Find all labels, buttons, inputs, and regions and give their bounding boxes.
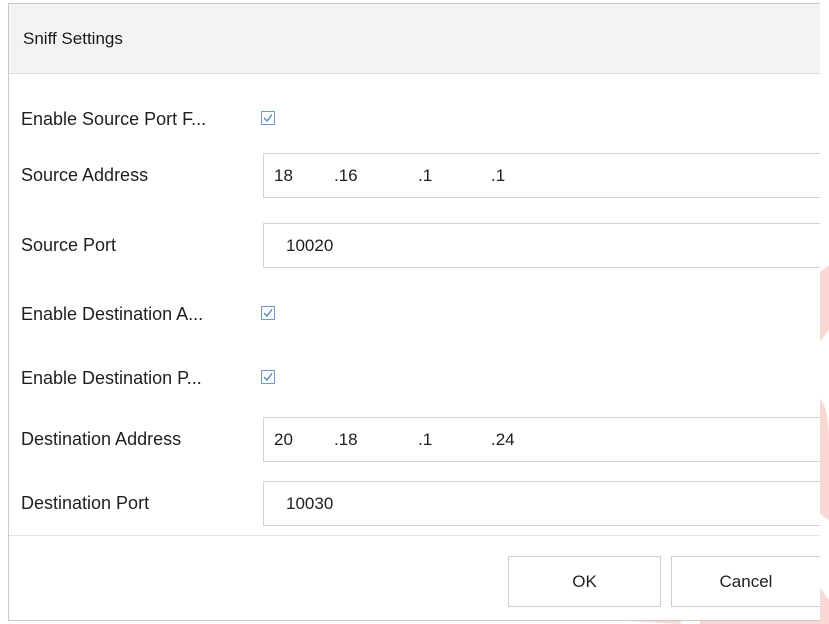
ip-octet[interactable]: .1 (491, 154, 505, 197)
enable-source-port-row: Enable Source Port F... (9, 97, 820, 142)
destination-port-value: 10030 (286, 494, 334, 513)
source-port-value: 10020 (286, 236, 334, 255)
enable-source-port-checkbox[interactable] (261, 111, 275, 125)
destination-port-row: Destination Port 10030 (9, 481, 820, 526)
dialog-titlebar: Sniff Settings (9, 4, 820, 74)
checkmark-icon (263, 309, 273, 318)
ip-octet[interactable]: .1 (418, 154, 432, 197)
enable-destination-port-checkbox[interactable] (261, 370, 275, 384)
sniff-settings-dialog: Sniff Settings Enable Source Port F... S… (8, 3, 820, 621)
enable-destination-address-checkbox[interactable] (261, 306, 275, 320)
ok-button[interactable]: OK (508, 556, 661, 607)
dialog-title: Sniff Settings (23, 28, 123, 48)
footer-divider (9, 535, 820, 536)
ip-octet[interactable]: .1 (418, 418, 432, 461)
enable-destination-port-row: Enable Destination P... (9, 356, 820, 401)
destination-address-row: Destination Address 20 .18 .1 .24 (9, 417, 820, 462)
ip-octet[interactable]: .24 (491, 418, 515, 461)
source-port-label: Source Port (21, 235, 117, 255)
enable-source-port-label: Enable Source Port F... (21, 109, 207, 129)
enable-destination-address-row: Enable Destination A... (9, 292, 820, 337)
checkmark-icon (263, 373, 273, 382)
ip-octet[interactable]: 18 (274, 154, 293, 197)
checkmark-icon (263, 114, 273, 123)
ip-octet[interactable]: .16 (334, 154, 358, 197)
source-address-label: Source Address (21, 165, 149, 185)
enable-destination-address-label: Enable Destination A... (21, 304, 204, 324)
source-address-row: Source Address 18 .16 .1 .1 (9, 153, 820, 198)
ip-octet[interactable]: 20 (274, 418, 293, 461)
destination-address-field[interactable]: 20 .18 .1 .24 (263, 417, 820, 462)
destination-address-label: Destination Address (21, 429, 182, 449)
source-port-row: Source Port 10020 (9, 223, 820, 268)
enable-destination-port-label: Enable Destination P... (21, 368, 202, 388)
cancel-button[interactable]: Cancel (671, 556, 820, 607)
ip-octet[interactable]: .18 (334, 418, 358, 461)
destination-port-field[interactable]: 10030 (263, 481, 820, 526)
destination-port-label: Destination Port (21, 493, 150, 513)
source-port-field[interactable]: 10020 (263, 223, 820, 268)
source-address-field[interactable]: 18 .16 .1 .1 (263, 153, 820, 198)
